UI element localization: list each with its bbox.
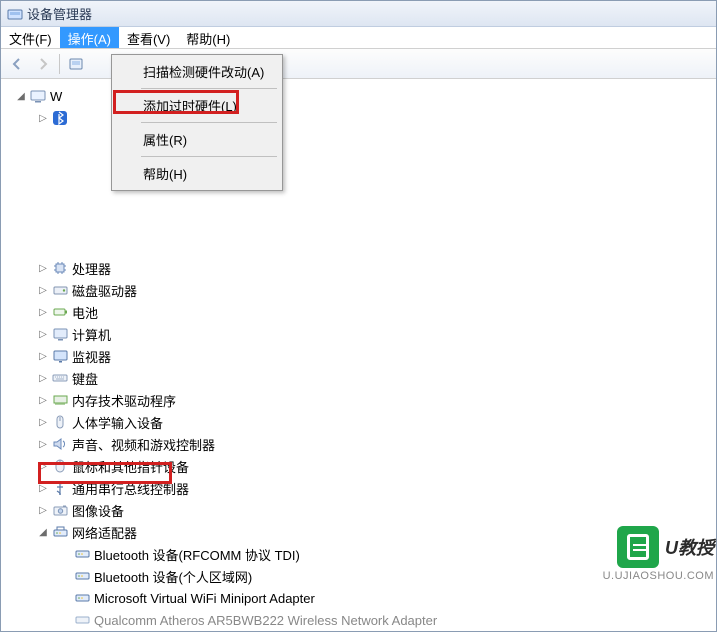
tree-node[interactable]: ▷ 监视器 <box>37 345 716 367</box>
menu-add-legacy-hardware[interactable]: 添加过时硬件(L) <box>115 92 279 119</box>
adapter-icon <box>73 612 91 628</box>
expand-icon[interactable]: ▷ <box>37 460 49 472</box>
network-icon <box>51 524 69 540</box>
node-label: 电池 <box>72 303 98 322</box>
scan-button[interactable] <box>64 52 88 76</box>
expand-icon[interactable]: ▷ <box>37 112 49 124</box>
node-label: 通用串行总线控制器 <box>72 479 189 498</box>
device-tree: ◢ W ▷ ▷ 处理器 <box>1 79 716 631</box>
node-label: 计算机 <box>72 325 111 344</box>
adapter-icon <box>73 590 91 606</box>
watermark-url: U.UJIAOSHOU.COM <box>603 570 714 582</box>
disk-icon <box>51 282 69 298</box>
leaf-label: Qualcomm Atheros AR5BWB222 Wireless Netw… <box>94 613 437 628</box>
menu-scan-hardware[interactable]: 扫描检测硬件改动(A) <box>115 58 279 85</box>
expand-icon[interactable]: ▷ <box>37 284 49 296</box>
mouse-icon <box>51 458 69 474</box>
menu-help[interactable]: 帮助(H) <box>178 27 238 48</box>
adapter-icon <box>73 546 91 562</box>
tree-node[interactable]: ▷ 处理器 <box>37 257 716 279</box>
adapter-icon <box>73 568 91 584</box>
tree-node[interactable]: ▷ 通用串行总线控制器 <box>37 477 716 499</box>
menu-bar: 文件(F) 操作(A) 查看(V) 帮助(H) <box>1 27 716 49</box>
node-label: 网络适配器 <box>72 523 137 542</box>
node-label: 人体学输入设备 <box>72 413 163 432</box>
menu-separator <box>141 88 277 89</box>
tree-node[interactable]: ▷ 磁盘驱动器 <box>37 279 716 301</box>
expand-icon[interactable]: ▷ <box>37 350 49 362</box>
watermark-brand: U教授 <box>665 534 714 560</box>
app-icon <box>7 7 23 21</box>
device-manager-window: 设备管理器 文件(F) 操作(A) 查看(V) 帮助(H) ◢ W <box>0 0 717 632</box>
tree-node[interactable]: ▷ 键盘 <box>37 367 716 389</box>
expand-icon[interactable]: ▷ <box>37 504 49 516</box>
forward-button[interactable] <box>31 52 55 76</box>
menu-view[interactable]: 查看(V) <box>119 27 178 48</box>
keyboard-icon <box>51 370 69 386</box>
expand-icon[interactable]: ▷ <box>37 482 49 494</box>
tree-node[interactable]: ▷ 电池 <box>37 301 716 323</box>
tree-node[interactable]: ▷ 声音、视频和游戏控制器 <box>37 433 716 455</box>
expand-icon[interactable]: ▷ <box>37 438 49 450</box>
menu-separator <box>141 122 277 123</box>
menu-help[interactable]: 帮助(H) <box>115 160 279 187</box>
root-label: W <box>50 89 62 104</box>
computer-icon <box>51 326 69 342</box>
watermark: U教授 <box>617 526 714 568</box>
tree-node[interactable]: ▷ 计算机 <box>37 323 716 345</box>
bluetooth-icon <box>51 110 69 126</box>
tree-node[interactable]: ▷ 鼠标和其他指针设备 <box>37 455 716 477</box>
monitor-icon <box>51 348 69 364</box>
collapse-icon[interactable]: ◢ <box>37 526 49 538</box>
watermark-logo-icon <box>617 526 659 568</box>
tree-node[interactable]: ▷ 人体学输入设备 <box>37 411 716 433</box>
menu-file[interactable]: 文件(F) <box>1 27 60 48</box>
tree-leaf[interactable]: Qualcomm Atheros AR5BWB222 Wireless Netw… <box>59 609 716 631</box>
sound-icon <box>51 436 69 452</box>
toolbar-separator <box>59 54 60 74</box>
menu-properties[interactable]: 属性(R) <box>115 126 279 153</box>
menu-action[interactable]: 操作(A) <box>60 27 119 48</box>
expand-icon[interactable]: ▷ <box>37 262 49 274</box>
back-button[interactable] <box>5 52 29 76</box>
memory-icon <box>51 392 69 408</box>
action-dropdown: 扫描检测硬件改动(A) 添加过时硬件(L) 属性(R) 帮助(H) <box>111 54 283 191</box>
expand-icon[interactable]: ▷ <box>37 328 49 340</box>
battery-icon <box>51 304 69 320</box>
node-label: 磁盘驱动器 <box>72 281 137 300</box>
tree-leaf[interactable]: Microsoft Virtual WiFi Miniport Adapter <box>59 587 716 609</box>
node-label: 处理器 <box>72 259 111 278</box>
collapse-icon[interactable]: ◢ <box>15 90 27 102</box>
title-bar: 设备管理器 <box>1 1 716 27</box>
leaf-label: Microsoft Virtual WiFi Miniport Adapter <box>94 591 315 606</box>
window-title: 设备管理器 <box>27 4 92 23</box>
tree-node-network[interactable]: ◢ 网络适配器 <box>37 521 716 543</box>
menu-separator <box>141 156 277 157</box>
hid-icon <box>51 414 69 430</box>
tree-node[interactable]: ▷ 内存技术驱动程序 <box>37 389 716 411</box>
node-label: 监视器 <box>72 347 111 366</box>
imaging-icon <box>51 502 69 518</box>
expand-icon[interactable]: ▷ <box>37 306 49 318</box>
node-label: 内存技术驱动程序 <box>72 391 176 410</box>
node-label: 声音、视频和游戏控制器 <box>72 435 215 454</box>
tree-node[interactable]: ▷ 图像设备 <box>37 499 716 521</box>
leaf-label: Bluetooth 设备(个人区域网) <box>94 567 252 586</box>
processor-icon <box>51 260 69 276</box>
computer-icon <box>29 88 47 104</box>
node-label: 图像设备 <box>72 501 124 520</box>
node-label: 键盘 <box>72 369 98 388</box>
toolbar <box>1 49 716 79</box>
leaf-label: Bluetooth 设备(RFCOMM 协议 TDI) <box>94 545 300 564</box>
node-label: 鼠标和其他指针设备 <box>72 457 189 476</box>
expand-icon[interactable]: ▷ <box>37 394 49 406</box>
usb-icon <box>51 480 69 496</box>
expand-icon[interactable]: ▷ <box>37 372 49 384</box>
expand-icon[interactable]: ▷ <box>37 416 49 428</box>
